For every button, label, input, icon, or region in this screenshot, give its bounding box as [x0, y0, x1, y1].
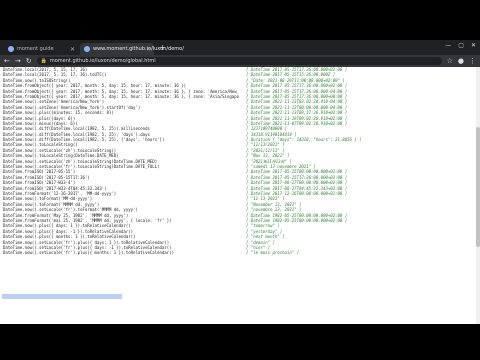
favicon-icon	[8, 46, 14, 52]
browser-window: moment guide ✕ www.moment.github.io/luxo…	[0, 40, 480, 324]
back-button[interactable]: ←	[4, 57, 10, 65]
maximize-button[interactable]: ▢	[458, 42, 464, 49]
url-text: moment.github.io/luxon/demo/global.html	[49, 58, 156, 64]
letterbox-top	[0, 0, 480, 40]
address-bar[interactable]: 🔒 moment.github.io/luxon/demo/global.htm…	[36, 57, 442, 65]
reload-button[interactable]: ↻	[26, 57, 32, 65]
window-controls: — ▢ ✕	[445, 42, 476, 49]
tab-moment-guide[interactable]: moment guide ✕	[4, 43, 78, 55]
minimize-button[interactable]: —	[445, 42, 451, 49]
lock-icon: 🔒	[40, 58, 47, 64]
close-tab-icon[interactable]: ✕	[70, 46, 75, 53]
code-line: DateTime.now().setLocale('fr').plus({ mo…	[3, 250, 174, 256]
page-content: DateTime.local(2017, 5, 15, 17, 36) DateT…	[0, 67, 480, 324]
letterbox-bottom	[0, 324, 480, 360]
forward-button[interactable]: →	[15, 57, 21, 65]
close-tab-icon[interactable]: ✕	[146, 46, 151, 53]
tab-label: moment guide	[17, 46, 54, 52]
toolbar-actions: ☆ ● ⋮	[447, 57, 476, 65]
menu-kebab-icon[interactable]: ⋮	[469, 57, 476, 65]
tab-luxon-demo[interactable]: www.moment.github.io/luxon/demo/ ✕	[80, 43, 184, 55]
output-column: [ DateTime 2017-05-15T17:36:00.000+02:00…	[246, 67, 476, 256]
text-selection-highlight	[2, 294, 122, 299]
scrollbar-thumb[interactable]	[476, 127, 480, 247]
close-window-button[interactable]: ✕	[471, 42, 476, 49]
page-scrollbar[interactable]	[476, 67, 480, 324]
code-column: DateTime.local(2017, 5, 15, 17, 36) DateT…	[3, 67, 239, 256]
browser-toolbar: ← → ↻ 🔒 moment.github.io/luxon/demo/glob…	[0, 55, 480, 67]
tab-label: www.moment.github.io/luxon/demo/	[93, 46, 184, 52]
profile-avatar-icon[interactable]: ●	[458, 57, 464, 65]
output-line: [ "le mois prochain" ]	[246, 250, 299, 256]
tab-strip: moment guide ✕ www.moment.github.io/luxo…	[0, 40, 480, 55]
bookmark-star-icon[interactable]: ☆	[447, 57, 453, 65]
favicon-icon	[84, 46, 90, 52]
